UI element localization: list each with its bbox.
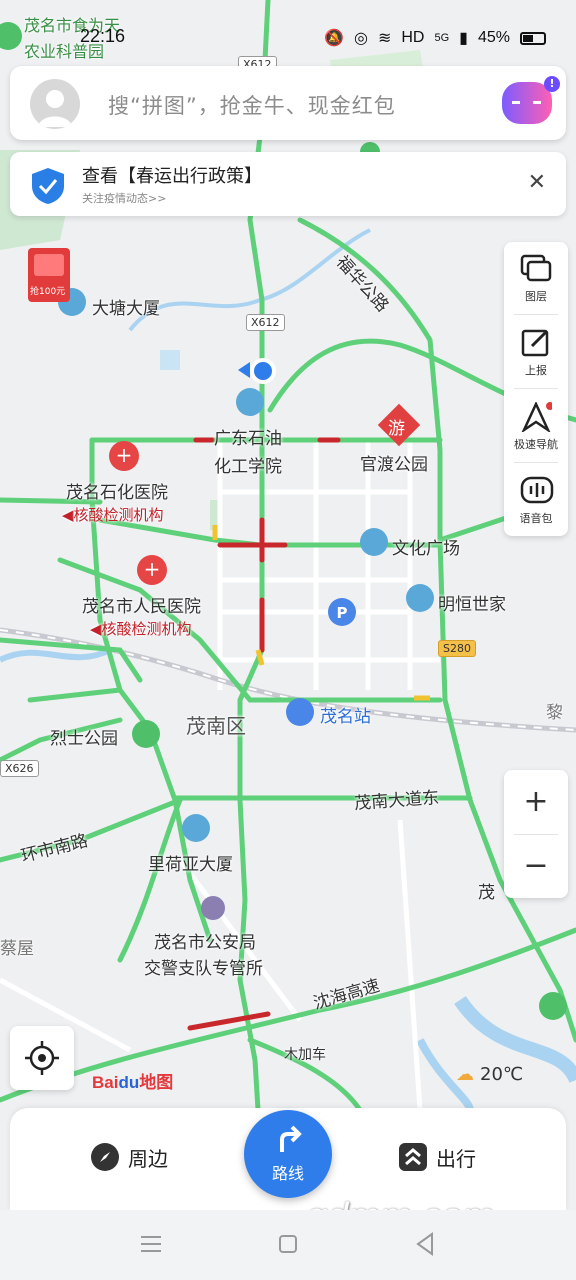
search-bar[interactable]: 搜“拼图”，抢金牛、现金红包 ! (10, 66, 566, 140)
locate-me-button[interactable] (10, 1026, 74, 1090)
logo-du: du (118, 1073, 140, 1092)
avatar[interactable] (30, 79, 80, 129)
testing-site-label: 核酸检测机构 (101, 620, 192, 638)
map-label-place: 黎 (546, 703, 563, 723)
road-shield: X626 (0, 760, 39, 777)
location-icon: ◎ (353, 30, 368, 47)
road-shield: S280 (438, 640, 476, 657)
voice-pack-icon (520, 476, 554, 504)
map-label-poi[interactable]: 交警支队专管所 (144, 954, 263, 979)
zoom-out-button[interactable]: − (504, 834, 568, 898)
crosshair-icon (25, 1041, 59, 1075)
notification-badge: ! (544, 76, 560, 92)
report-icon (521, 329, 549, 357)
notice-subtitle[interactable]: 关注疫情动态>> (82, 190, 166, 206)
road-shield: X612 (246, 314, 285, 331)
map-label-poi[interactable]: 明恒世家 (438, 590, 506, 615)
map-tools-panel: 图层 上报 极速导航 语音包 (504, 242, 568, 536)
map-label-poi[interactable]: 茂名市人民医院 (82, 592, 201, 617)
user-avatar-icon (38, 90, 72, 127)
battery-percent: 45% (477, 29, 510, 46)
temperature: 20℃ (480, 1064, 524, 1085)
map-label-district: 茂南区 (186, 714, 246, 738)
map-label-place: 木加车 (284, 1047, 326, 1063)
voice-pack-button[interactable]: 语音包 (504, 464, 568, 536)
status-icons: 🔕 ◎ ≋ HD 5G ▮ 45% (324, 28, 546, 48)
nearby-label: 周边 (128, 1146, 168, 1171)
promo-red-envelope[interactable]: 抢100元 (30, 284, 65, 297)
status-time: 22:16 (80, 26, 126, 46)
network-type: HD (401, 29, 425, 46)
map-label-poi[interactable]: 官渡公园 (360, 450, 428, 475)
map-label-place: 蔡屋 (0, 939, 34, 959)
signal-label: 5G (434, 32, 450, 44)
zoom-controls: + − (504, 770, 568, 898)
report-button[interactable]: 上报 (504, 316, 568, 388)
map-label-poi[interactable]: 化工学院 (214, 452, 282, 477)
notice-title: 查看【春运出行政策】 (82, 166, 262, 187)
logo-map: 地图 (139, 1073, 174, 1092)
nearby-button[interactable]: 周边 (90, 1142, 168, 1172)
fast-navigation-button[interactable]: 极速导航 (504, 390, 568, 462)
map-label-place: 茂 (478, 883, 495, 903)
testing-site-label: 核酸检测机构 (73, 506, 164, 524)
search-input[interactable]: 搜“拼图”，抢金牛、现金红包 (108, 90, 396, 120)
travel-label: 出行 (436, 1146, 476, 1171)
map-label-testing-site[interactable]: ◀核酸检测机构 (62, 504, 164, 525)
system-nav-bar (0, 1210, 576, 1280)
shield-check-icon (32, 168, 64, 204)
map-label-poi[interactable]: 茂名石化医院 (66, 478, 168, 503)
divider (514, 462, 558, 463)
map-label-station[interactable]: 茂名站 (320, 702, 371, 727)
divider (514, 388, 558, 389)
wifi-icon: ≋ (377, 30, 392, 47)
tool-label: 图层 (525, 290, 547, 303)
close-icon[interactable]: ✕ (528, 170, 546, 195)
back-icon[interactable] (414, 1232, 436, 1256)
map-label-poi[interactable]: 广东石油 (214, 424, 282, 449)
route-button[interactable]: 路线 (244, 1110, 332, 1198)
svg-text:+: + (144, 557, 161, 581)
home-icon[interactable] (278, 1234, 298, 1254)
weather-widget[interactable]: ☁ 20℃ (456, 1064, 523, 1085)
mute-bell-icon: 🔕 (324, 30, 344, 47)
tool-label: 上报 (525, 364, 547, 377)
map-label-testing-site[interactable]: ◀核酸检测机构 (90, 618, 192, 639)
layers-button[interactable]: 图层 (504, 242, 568, 314)
baidu-map-logo: Baidu地图 (92, 1068, 173, 1093)
battery-icon (520, 31, 546, 45)
map-label-poi[interactable]: 茂名市公安局 (154, 928, 256, 953)
route-turn-icon (280, 1125, 302, 1152)
menu-icon[interactable] (140, 1234, 162, 1254)
policy-notice-banner[interactable]: 查看【春运出行政策】 关注疫情动态>> ✕ (10, 152, 566, 216)
map-label-poi[interactable]: 大塘大厦 (92, 294, 160, 319)
layers-icon (520, 254, 552, 282)
cloudy-icon: ☁ (456, 1064, 474, 1085)
travel-chevrons-icon (399, 1143, 427, 1171)
tool-label: 语音包 (519, 512, 553, 525)
map-label-poi[interactable]: 文化广场 (392, 534, 460, 559)
svg-text:P: P (337, 604, 348, 622)
navigation-icon (521, 402, 552, 432)
logo-bai: Bai (92, 1073, 119, 1092)
map-label-poi[interactable]: 里荷亚大厦 (148, 850, 233, 875)
status-bar: 22:16 🔕 ◎ ≋ HD 5G ▮ 45% (0, 0, 576, 60)
zoom-in-button[interactable]: + (504, 770, 568, 834)
compass-icon (91, 1143, 119, 1171)
map-label-poi[interactable]: 烈士公园 (50, 724, 118, 749)
tourist-spot-icon[interactable]: 游 (388, 414, 405, 439)
tool-label: 极速导航 (514, 438, 558, 451)
divider (514, 314, 558, 315)
signal-icon: ▮ (459, 30, 468, 47)
travel-button[interactable]: 出行 (398, 1142, 476, 1172)
route-label: 路线 (271, 1164, 304, 1183)
svg-text:+: + (116, 443, 133, 467)
